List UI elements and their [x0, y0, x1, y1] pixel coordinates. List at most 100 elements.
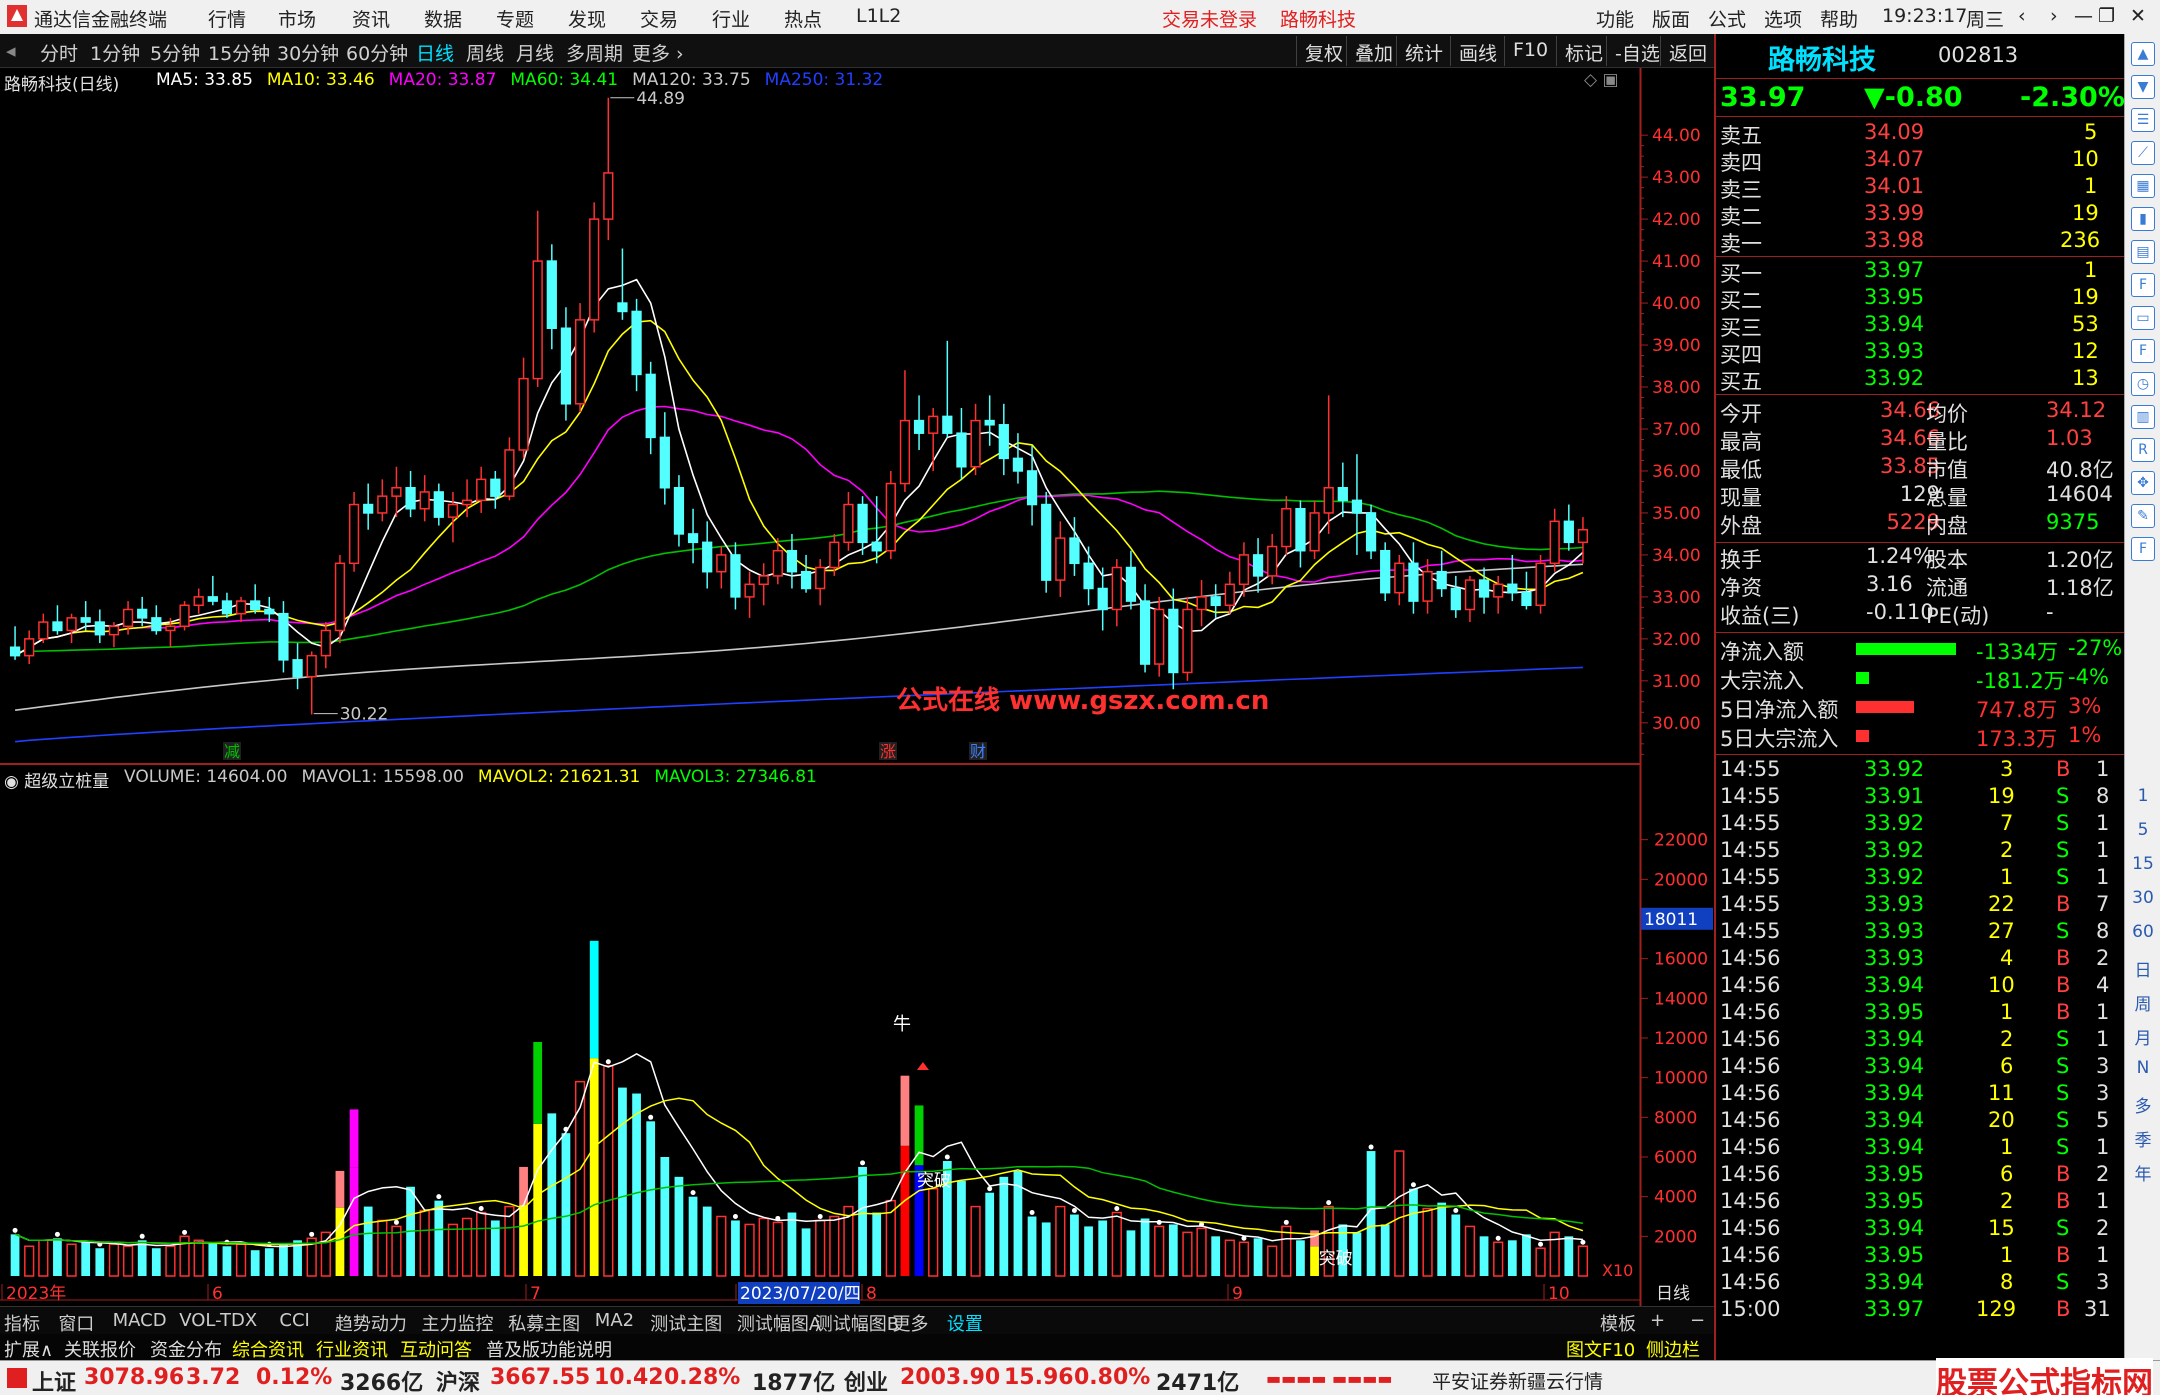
candle[interactable]	[433, 483, 444, 526]
candle[interactable]	[1041, 491, 1052, 593]
volume-bar[interactable]	[179, 1229, 190, 1277]
toolbar-button-2[interactable]: 统计	[1396, 36, 1451, 66]
collapse-icon[interactable]: ◂	[6, 40, 16, 62]
ext-tab-5[interactable]: 互动问答	[400, 1336, 472, 1362]
candle[interactable]	[631, 298, 642, 392]
candle[interactable]	[320, 622, 331, 669]
volume-bar[interactable]	[758, 1217, 769, 1277]
trade-login-alert[interactable]: 交易未登录	[1162, 5, 1257, 32]
volume-bar[interactable]	[1084, 1226, 1093, 1276]
period-side-9[interactable]: 多	[2125, 1092, 2160, 1117]
volume-bar[interactable]	[1464, 1225, 1476, 1277]
volume-bar[interactable]	[574, 1080, 586, 1277]
candle[interactable]	[1436, 550, 1447, 597]
volume-bar[interactable]	[24, 1245, 35, 1277]
volume-bar[interactable]	[957, 1180, 966, 1276]
f10-icon[interactable]: F	[2131, 273, 2155, 297]
table-icon[interactable]: ▦	[2131, 174, 2155, 198]
period-side-10[interactable]: 季	[2125, 1126, 2160, 1151]
toolbar-button-0[interactable]: 复权	[1296, 36, 1351, 66]
candle[interactable]	[758, 563, 769, 606]
volume-bar[interactable]	[1267, 1245, 1278, 1277]
candle[interactable]	[1281, 496, 1292, 555]
candle[interactable]	[574, 303, 586, 413]
candle[interactable]	[603, 97, 614, 241]
indicator-tab-12[interactable]: 更多	[893, 1310, 929, 1336]
candle[interactable]	[913, 395, 925, 450]
volume-bar[interactable]	[970, 1205, 981, 1277]
volume-bar[interactable]	[928, 1187, 939, 1277]
period-0[interactable]: 分时	[40, 39, 78, 66]
f2-icon[interactable]: F	[2131, 339, 2155, 363]
candle[interactable]	[984, 395, 995, 446]
menu-1[interactable]: 市场	[278, 5, 316, 32]
template-btn-2[interactable]: −	[1690, 1310, 1705, 1331]
volume-bar[interactable]	[1041, 1222, 1051, 1276]
candle[interactable]	[843, 491, 854, 551]
indicator-tab-9[interactable]: 测试主图	[650, 1310, 722, 1336]
indicator-tab-13[interactable]: 设置	[947, 1310, 983, 1336]
candle[interactable]	[1464, 575, 1476, 623]
candle[interactable]	[1535, 554, 1546, 614]
volume-bar[interactable]	[1507, 1240, 1517, 1276]
candle[interactable]	[207, 575, 218, 606]
period-side-11[interactable]: 年	[2125, 1160, 2160, 1185]
menu-7[interactable]: 行业	[712, 5, 750, 32]
volume-bar[interactable]	[1366, 1144, 1376, 1276]
ext-tab-3[interactable]: 综合资讯	[232, 1336, 304, 1362]
candle[interactable]	[659, 412, 670, 505]
volume-bar[interactable]	[1196, 1221, 1207, 1277]
candle[interactable]	[1337, 462, 1348, 518]
kline-chart[interactable]: 44.00 43.00 42.00 41.00 40.00 39.00 38.00 37.00…	[0, 68, 1714, 1306]
volume-bar[interactable]	[137, 1233, 147, 1276]
period-side-8[interactable]: N	[2125, 1058, 2160, 1078]
volume-bar[interactable]	[801, 1228, 811, 1276]
menu-2[interactable]: 资讯	[352, 5, 390, 32]
menu-5[interactable]: 发现	[568, 5, 606, 32]
volume-bar[interactable]	[787, 1212, 797, 1276]
volume-bar[interactable]	[81, 1242, 91, 1276]
volume-bar[interactable]	[1479, 1236, 1489, 1276]
volume-bar[interactable]	[858, 1160, 867, 1276]
volume-bar[interactable]	[1352, 1232, 1362, 1276]
candle[interactable]	[546, 244, 557, 350]
volume-bar[interactable]	[1126, 1230, 1136, 1276]
volume-bar[interactable]	[744, 1223, 755, 1277]
candle[interactable]	[1295, 500, 1306, 568]
candle[interactable]	[786, 533, 798, 589]
candle[interactable]	[151, 605, 162, 635]
indicator-tab-0[interactable]: 指标	[4, 1310, 40, 1336]
period-1[interactable]: 1分钟	[90, 39, 140, 66]
volume-bar[interactable]	[688, 1190, 698, 1276]
chart-icon[interactable]: ⟋	[2131, 141, 2155, 165]
volume-bar[interactable]	[1394, 1150, 1405, 1277]
candle[interactable]	[532, 210, 543, 388]
volume-bar[interactable]	[476, 1206, 487, 1277]
candle[interactable]	[490, 470, 501, 509]
volume-bar[interactable]	[1281, 1219, 1292, 1277]
volume-bar[interactable]	[1437, 1202, 1447, 1276]
volume-bar[interactable]	[660, 1157, 670, 1276]
arrow-down-icon[interactable]: ▼	[2131, 75, 2155, 99]
candle[interactable]	[334, 554, 346, 644]
period-4[interactable]: 30分钟	[277, 39, 339, 66]
period-7[interactable]: 周线	[466, 39, 504, 66]
ext-tab-0[interactable]: 扩展∧	[4, 1336, 53, 1362]
candle[interactable]	[278, 601, 289, 673]
candle[interactable]	[857, 496, 868, 555]
candle[interactable]	[1026, 445, 1038, 526]
volume-bar[interactable]	[193, 1239, 204, 1277]
list-icon[interactable]: ☰	[2131, 108, 2155, 132]
volume-bar[interactable]	[561, 1126, 571, 1276]
period-side-3[interactable]: 30	[2125, 888, 2160, 908]
volume-bar[interactable]	[772, 1215, 783, 1277]
volume-bar[interactable]	[1522, 1234, 1531, 1276]
candle[interactable]	[885, 470, 896, 560]
volume-bar[interactable]	[1535, 1241, 1546, 1277]
forward-icon[interactable]: ›	[2050, 5, 2058, 27]
candle[interactable]	[504, 437, 515, 501]
candle[interactable]	[250, 584, 261, 614]
ext-tab-2[interactable]: 资金分布	[150, 1336, 222, 1362]
minimize-icon[interactable]: —	[2074, 5, 2093, 27]
volume-bar[interactable]	[165, 1245, 176, 1277]
